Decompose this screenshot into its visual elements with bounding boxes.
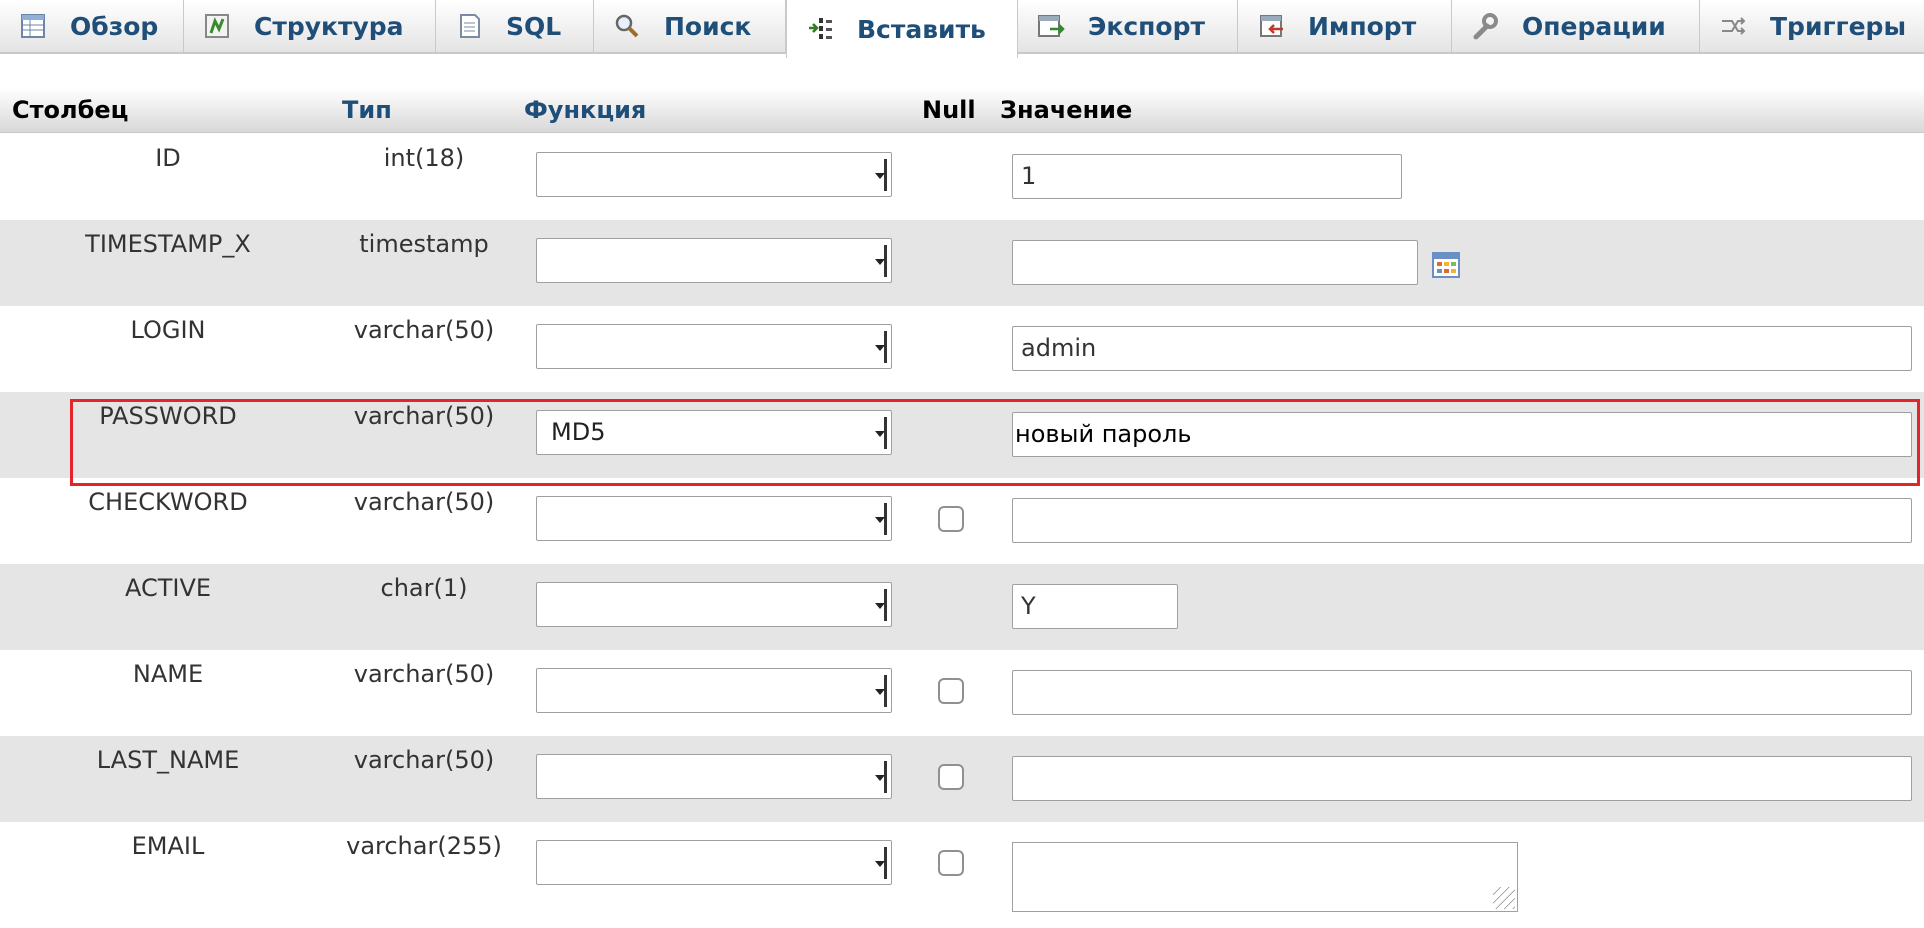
tab-label: Структура	[254, 11, 404, 41]
column-type: int(18)	[383, 144, 465, 172]
null-checkbox[interactable]	[938, 764, 964, 790]
table-row: CHECKWORD varchar(50)	[0, 478, 1924, 564]
triggers-icon	[1718, 11, 1748, 41]
chevron-down-icon	[875, 245, 887, 277]
table-row: EMAIL varchar(255)	[0, 822, 1924, 928]
table-row: LAST_NAME varchar(50)	[0, 736, 1924, 822]
column-name: ID	[155, 144, 181, 172]
table-row: LOGIN varchar(50) admin	[0, 306, 1924, 392]
tab-label: Импорт	[1308, 11, 1417, 41]
column-type: varchar(50)	[353, 316, 495, 344]
magnifier-icon	[612, 11, 642, 41]
null-checkbox[interactable]	[938, 850, 964, 876]
header-type[interactable]: Тип	[342, 88, 392, 132]
null-checkbox[interactable]	[938, 678, 964, 704]
tab-label: Операции	[1522, 11, 1666, 41]
header-value: Значение	[1000, 96, 1133, 124]
column-name: CHECKWORD	[88, 488, 248, 516]
tab-label: Поиск	[664, 11, 752, 41]
chevron-down-icon	[875, 589, 887, 621]
column-type: varchar(255)	[346, 832, 502, 860]
function-select[interactable]	[536, 152, 892, 197]
tab-label: Обзор	[70, 11, 159, 41]
column-type: char(1)	[380, 574, 468, 602]
column-name: TIMESTAMP_X	[85, 230, 251, 258]
column-name: ACTIVE	[124, 574, 212, 602]
value-input[interactable]	[1012, 240, 1418, 285]
tab-search[interactable]: Поиск	[594, 0, 786, 54]
sql-document-icon	[454, 11, 484, 41]
function-select[interactable]	[536, 668, 892, 713]
chevron-down-icon	[875, 847, 887, 879]
value-input[interactable]: Y	[1012, 584, 1178, 629]
column-type: varchar(50)	[353, 746, 495, 774]
column-type: varchar(50)	[353, 660, 495, 688]
tab-browse[interactable]: Обзор	[0, 0, 184, 54]
chevron-down-icon	[875, 331, 887, 363]
table-header: Столбец Тип Функция Null Значение	[0, 88, 1924, 133]
table-row: TIMESTAMP_X timestamp	[0, 220, 1924, 306]
column-name: NAME	[132, 660, 204, 688]
value-input[interactable]: admin	[1012, 326, 1912, 371]
import-icon	[1256, 11, 1286, 41]
function-select[interactable]	[536, 754, 892, 799]
function-select[interactable]	[536, 238, 892, 283]
chevron-down-icon	[875, 159, 887, 191]
export-icon	[1036, 11, 1066, 41]
browse-table-icon	[18, 11, 48, 41]
chevron-down-icon	[875, 503, 887, 535]
column-name: LAST_NAME	[96, 746, 240, 774]
resize-grip-icon[interactable]	[1493, 887, 1515, 909]
header-function[interactable]: Функция	[524, 88, 646, 132]
column-name: LOGIN	[130, 316, 206, 344]
structure-icon	[202, 11, 232, 41]
tab-label: Триггеры	[1770, 11, 1907, 41]
tab-sql[interactable]: SQL	[436, 0, 594, 54]
header-null: Null	[922, 96, 976, 124]
table-row: ACTIVE char(1) Y	[0, 564, 1924, 650]
password-row-highlight	[70, 399, 1920, 486]
value-input[interactable]	[1012, 498, 1912, 543]
table-row: NAME varchar(50)	[0, 650, 1924, 736]
tab-import[interactable]: Импорт	[1238, 0, 1452, 54]
value-input[interactable]: 1	[1012, 154, 1402, 199]
chevron-down-icon	[875, 761, 887, 793]
function-select[interactable]	[536, 840, 892, 885]
function-select[interactable]	[536, 582, 892, 627]
value-input[interactable]	[1012, 756, 1912, 801]
insert-row-icon	[805, 14, 835, 44]
column-type: varchar(50)	[353, 488, 495, 516]
header-column: Столбец	[12, 96, 129, 124]
chevron-down-icon	[875, 675, 887, 707]
function-select[interactable]	[536, 496, 892, 541]
function-select[interactable]	[536, 324, 892, 369]
wrench-icon	[1470, 11, 1500, 41]
table-row: ID int(18) 1	[0, 134, 1924, 220]
column-type: timestamp	[359, 230, 489, 258]
tab-triggers[interactable]: Триггеры	[1700, 0, 1924, 54]
column-name: EMAIL	[131, 832, 205, 860]
value-input[interactable]	[1012, 670, 1912, 715]
tab-label: Вставить	[857, 14, 986, 44]
null-checkbox[interactable]	[938, 506, 964, 532]
tab-label: Экспорт	[1088, 11, 1205, 41]
tab-export[interactable]: Экспорт	[1018, 0, 1238, 54]
calendar-icon[interactable]	[1432, 252, 1460, 278]
tab-operations[interactable]: Операции	[1452, 0, 1700, 54]
value-textarea[interactable]	[1012, 842, 1518, 912]
tab-label: SQL	[506, 11, 562, 41]
tab-structure[interactable]: Структура	[184, 0, 436, 54]
tab-insert[interactable]: Вставить	[786, 0, 1018, 58]
tab-bar: Обзор Структура SQL Поиск Вставить Экспо…	[0, 0, 1924, 58]
